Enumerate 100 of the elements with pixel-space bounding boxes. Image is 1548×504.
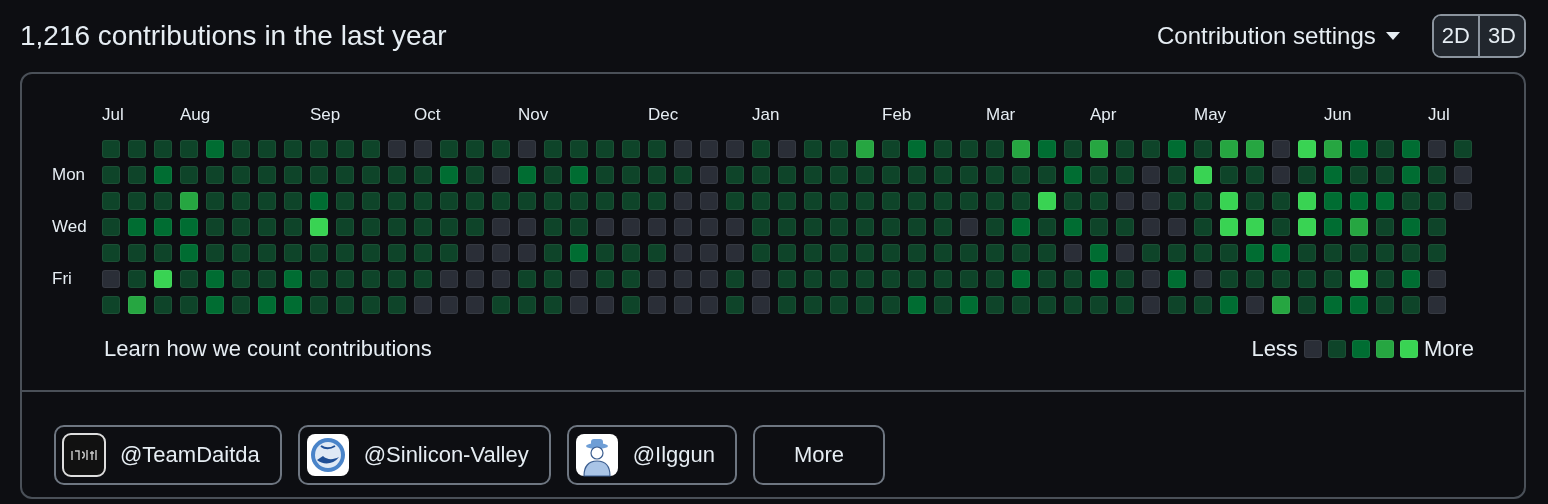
- contribution-cell[interactable]: [388, 218, 406, 236]
- contribution-cell[interactable]: [336, 140, 354, 158]
- contribution-cell[interactable]: [986, 166, 1004, 184]
- contribution-cell[interactable]: [544, 296, 562, 314]
- contribution-cell[interactable]: [492, 218, 510, 236]
- contribution-cell[interactable]: [492, 244, 510, 262]
- contribution-cell[interactable]: [1064, 140, 1082, 158]
- contribution-cell[interactable]: [934, 296, 952, 314]
- contribution-cell[interactable]: [492, 166, 510, 184]
- contribution-cell[interactable]: [440, 244, 458, 262]
- contribution-cell[interactable]: [1220, 296, 1238, 314]
- contribution-cell[interactable]: [1324, 244, 1342, 262]
- contribution-cell[interactable]: [310, 140, 328, 158]
- contribution-cell[interactable]: [908, 270, 926, 288]
- contribution-cell[interactable]: [1298, 270, 1316, 288]
- contribution-settings-button[interactable]: Contribution settings: [1156, 22, 1400, 50]
- contribution-cell[interactable]: [180, 192, 198, 210]
- contribution-cell[interactable]: [440, 192, 458, 210]
- contribution-cell[interactable]: [1376, 218, 1394, 236]
- contribution-cell[interactable]: [622, 218, 640, 236]
- contribution-cell[interactable]: [102, 244, 120, 262]
- contribution-cell[interactable]: [1246, 166, 1264, 184]
- contribution-cell[interactable]: [1012, 296, 1030, 314]
- view-button[interactable]: 3D: [1477, 16, 1524, 56]
- contribution-cell[interactable]: [440, 270, 458, 288]
- contribution-cell[interactable]: [1428, 192, 1446, 210]
- contribution-cell[interactable]: [284, 270, 302, 288]
- contribution-cell[interactable]: [1298, 296, 1316, 314]
- contribution-cell[interactable]: [726, 244, 744, 262]
- contribution-cell[interactable]: [1246, 192, 1264, 210]
- contribution-cell[interactable]: [414, 218, 432, 236]
- contribution-cell[interactable]: [934, 244, 952, 262]
- contribution-cell[interactable]: [258, 166, 276, 184]
- contribution-cell[interactable]: [1376, 244, 1394, 262]
- organization-button[interactable]: @Ilggun: [566, 425, 737, 485]
- contribution-cell[interactable]: [310, 270, 328, 288]
- contribution-cell[interactable]: [258, 244, 276, 262]
- contribution-cell[interactable]: [1012, 218, 1030, 236]
- contribution-cell[interactable]: [804, 166, 822, 184]
- contribution-cell[interactable]: [102, 166, 120, 184]
- contribution-cell[interactable]: [414, 192, 432, 210]
- contribution-cell[interactable]: [1194, 244, 1212, 262]
- contribution-cell[interactable]: [596, 140, 614, 158]
- contribution-cell[interactable]: [726, 192, 744, 210]
- view-button[interactable]: 2D: [1433, 16, 1478, 56]
- contribution-cell[interactable]: [908, 140, 926, 158]
- contribution-cell[interactable]: [1142, 296, 1160, 314]
- contribution-cell[interactable]: [310, 296, 328, 314]
- contribution-cell[interactable]: [882, 166, 900, 184]
- contribution-cell[interactable]: [622, 296, 640, 314]
- contribution-cell[interactable]: [1194, 218, 1212, 236]
- contribution-cell[interactable]: [908, 296, 926, 314]
- contribution-cell[interactable]: [1220, 270, 1238, 288]
- contribution-cell[interactable]: [336, 244, 354, 262]
- contribution-cell[interactable]: [1064, 296, 1082, 314]
- contribution-cell[interactable]: [518, 270, 536, 288]
- contribution-cell[interactable]: [1324, 140, 1342, 158]
- contribution-cell[interactable]: [1324, 192, 1342, 210]
- contribution-cell[interactable]: [700, 270, 718, 288]
- contribution-cell[interactable]: [1246, 270, 1264, 288]
- contribution-cell[interactable]: [1064, 244, 1082, 262]
- contribution-cell[interactable]: [310, 166, 328, 184]
- contribution-cell[interactable]: [1298, 192, 1316, 210]
- contribution-cell[interactable]: [1142, 270, 1160, 288]
- contribution-cell[interactable]: [362, 140, 380, 158]
- contribution-cell[interactable]: [388, 244, 406, 262]
- contribution-cell[interactable]: [1350, 270, 1368, 288]
- contribution-cell[interactable]: [570, 166, 588, 184]
- contribution-cell[interactable]: [856, 296, 874, 314]
- contribution-cell[interactable]: [128, 270, 146, 288]
- contribution-cell[interactable]: [778, 244, 796, 262]
- contribution-cell[interactable]: [570, 270, 588, 288]
- contribution-cell[interactable]: [856, 270, 874, 288]
- contribution-cell[interactable]: [830, 218, 848, 236]
- contribution-cell[interactable]: [1090, 192, 1108, 210]
- contribution-cell[interactable]: [206, 140, 224, 158]
- organization-button[interactable]: @Sinlicon-Valley: [297, 425, 551, 485]
- contribution-cell[interactable]: [648, 140, 666, 158]
- contribution-cell[interactable]: [752, 296, 770, 314]
- contribution-cell[interactable]: [674, 192, 692, 210]
- contribution-cell[interactable]: [206, 218, 224, 236]
- contribution-cell[interactable]: [544, 244, 562, 262]
- contribution-cell[interactable]: [908, 244, 926, 262]
- contribution-cell[interactable]: [128, 166, 146, 184]
- contribution-cell[interactable]: [856, 218, 874, 236]
- contribution-cell[interactable]: [1090, 270, 1108, 288]
- contribution-cell[interactable]: [1064, 166, 1082, 184]
- contribution-cell[interactable]: [336, 166, 354, 184]
- contribution-cell[interactable]: [1038, 218, 1056, 236]
- contribution-cell[interactable]: [726, 270, 744, 288]
- contribution-cell[interactable]: [856, 244, 874, 262]
- contribution-cell[interactable]: [1402, 270, 1420, 288]
- contribution-cell[interactable]: [570, 192, 588, 210]
- contribution-cell[interactable]: [960, 270, 978, 288]
- contribution-cell[interactable]: [1454, 192, 1472, 210]
- contribution-cell[interactable]: [518, 166, 536, 184]
- contribution-cell[interactable]: [804, 140, 822, 158]
- contribution-cell[interactable]: [1246, 296, 1264, 314]
- contribution-cell[interactable]: [986, 270, 1004, 288]
- contribution-cell[interactable]: [1116, 192, 1134, 210]
